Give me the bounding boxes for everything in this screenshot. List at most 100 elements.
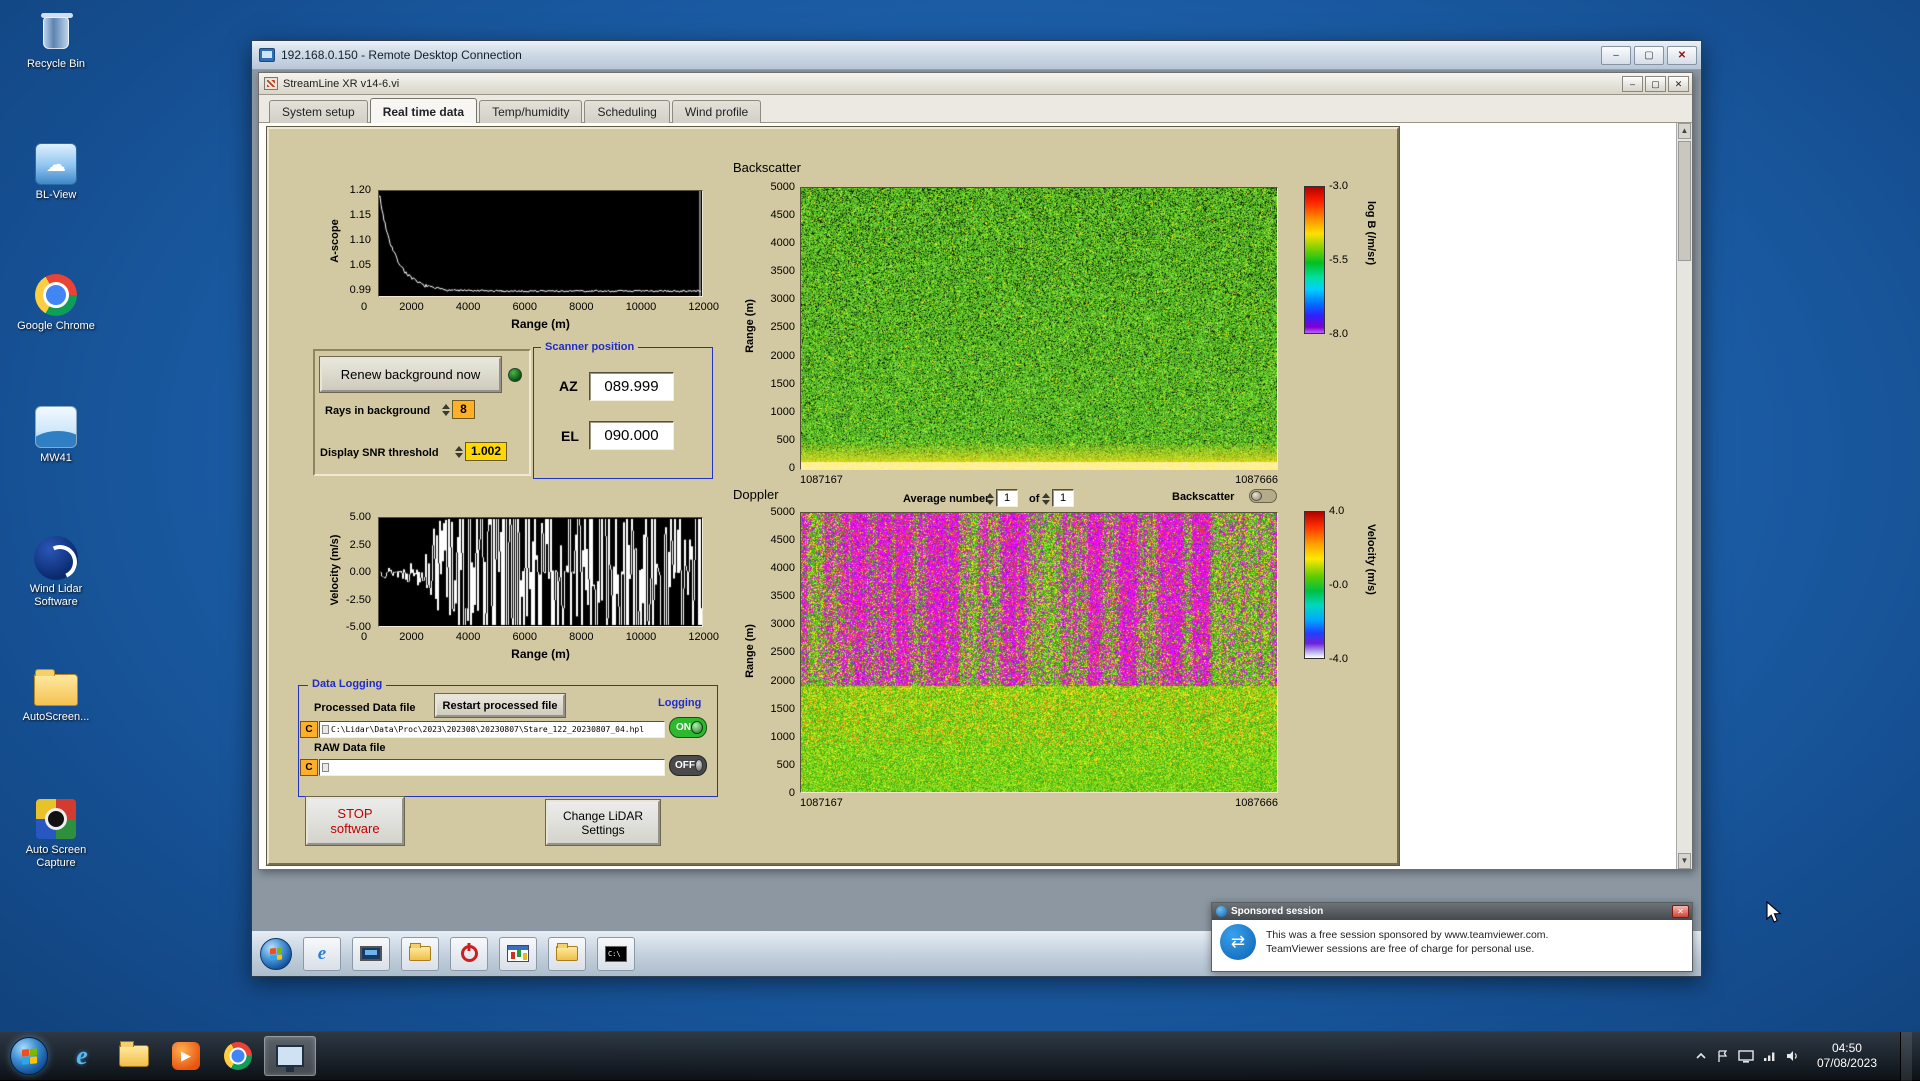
- remote-task-command-prompt[interactable]: C:\: [597, 936, 635, 971]
- sponsored-session-popup: Sponsored session ✕ ⇄ This was a free se…: [1211, 902, 1693, 972]
- taskbar-media-player[interactable]: ▶: [160, 1036, 212, 1076]
- processed-drive-icon[interactable]: C: [300, 721, 318, 738]
- processed-logging-toggle-on[interactable]: ON: [669, 717, 707, 738]
- show-desktop-button[interactable]: [1900, 1031, 1912, 1081]
- snr-increment-arrows[interactable]: [454, 442, 464, 461]
- doppler-colorbar: [1304, 511, 1325, 659]
- streamline-titlebar[interactable]: StreamLine XR v14-6.vi – ▢ ✕: [259, 73, 1692, 95]
- processed-data-file-path[interactable]: C:\Lidar\Data\Proc\2023\202308\20230807\…: [319, 721, 665, 738]
- tick-label: 1.05: [349, 259, 371, 271]
- tray-display-icon[interactable]: [1738, 1049, 1754, 1063]
- raw-data-file-path[interactable]: [319, 759, 665, 776]
- of-value[interactable]: 1: [1052, 489, 1074, 507]
- rdp-close-button[interactable]: ✕: [1667, 45, 1697, 65]
- tray-clock[interactable]: 04:50 07/08/2023: [1809, 1041, 1885, 1071]
- remote-start-button[interactable]: [260, 937, 292, 970]
- tick-label: 5.00: [349, 511, 371, 523]
- tab-system-setup[interactable]: System setup: [269, 100, 368, 123]
- desktop-icon-recycle-bin[interactable]: Recycle Bin: [8, 10, 104, 71]
- system-tray: 04:50 07/08/2023: [1695, 1031, 1916, 1081]
- rdp-titlebar[interactable]: 192.168.0.150 - Remote Desktop Connectio…: [252, 41, 1701, 70]
- desktop-icon-wind-lidar[interactable]: Wind Lidar Software: [8, 535, 104, 609]
- popup-close-button[interactable]: ✕: [1672, 905, 1689, 918]
- tick-label: 2.50: [349, 538, 371, 551]
- windows-flag-icon: [21, 1047, 37, 1065]
- snr-threshold-value[interactable]: 1.002: [465, 442, 507, 461]
- tick-label: 1000: [770, 730, 795, 743]
- tick-label: 2000: [399, 631, 424, 643]
- rays-in-background-label: Rays in background: [325, 405, 431, 417]
- tray-volume-icon[interactable]: [1786, 1050, 1800, 1062]
- remote-task-folder[interactable]: [401, 936, 439, 971]
- desktop-icon-auto-screen-capture[interactable]: Auto Screen Capture: [8, 796, 104, 870]
- desktop-icon-label: Recycle Bin: [26, 58, 86, 70]
- taskbar-chrome[interactable]: [212, 1036, 264, 1076]
- popup-titlebar[interactable]: Sponsored session ✕: [1212, 903, 1692, 920]
- remote-task-app[interactable]: [499, 936, 537, 971]
- scrollbar-up-arrow[interactable]: ▲: [1678, 123, 1691, 139]
- remote-task-power[interactable]: [450, 936, 488, 971]
- rays-increment-arrows[interactable]: [441, 400, 451, 419]
- rdp-maximize-button[interactable]: ▢: [1634, 45, 1664, 65]
- backscatter-toggle-label: Backscatter: [1172, 491, 1235, 503]
- desktop-icon-mw41[interactable]: MW41: [8, 404, 104, 465]
- tick-label: -0.0: [1329, 579, 1348, 591]
- stop-software-button[interactable]: STOP software: [306, 797, 404, 845]
- scrollbar-thumb[interactable]: [1678, 141, 1691, 261]
- tick-label: 2000: [770, 674, 795, 687]
- remote-task-internet-explorer[interactable]: e: [303, 936, 341, 971]
- average-number-arrows[interactable]: [985, 490, 995, 508]
- backscatter-section-title: Backscatter: [733, 160, 801, 175]
- backscatter-colorbar-label: log B (/m/sr): [1365, 201, 1377, 266]
- average-number-value[interactable]: 1: [996, 489, 1018, 507]
- rays-in-background-value[interactable]: 8: [452, 400, 475, 419]
- remote-task-folder-2[interactable]: [548, 936, 586, 971]
- backscatter-x-end: 1087666: [1235, 474, 1278, 486]
- tab-wind-profile[interactable]: Wind profile: [671, 100, 762, 123]
- tick-label: 10000: [625, 301, 657, 313]
- scrollbar-down-arrow[interactable]: ▼: [1678, 853, 1691, 869]
- desktop-icon-autoscreen[interactable]: AutoScreen...: [8, 663, 104, 724]
- tray-action-center-flag-icon[interactable]: [1716, 1049, 1729, 1063]
- tick-label: 0.99: [349, 284, 371, 296]
- media-player-icon: ▶: [172, 1042, 200, 1070]
- of-arrows[interactable]: [1041, 490, 1051, 508]
- tab-temp-humidity[interactable]: Temp/humidity: [479, 100, 583, 123]
- backscatter-doppler-toggle[interactable]: [1249, 489, 1277, 503]
- remote-task-display[interactable]: [352, 936, 390, 971]
- backscatter-x-start: 1087167: [800, 474, 843, 486]
- rdp-minimize-button[interactable]: –: [1601, 45, 1631, 65]
- raw-logging-toggle-off[interactable]: OFF: [669, 755, 707, 776]
- tab-scheduling[interactable]: Scheduling: [584, 100, 670, 123]
- taskbar-file-explorer[interactable]: [108, 1036, 160, 1076]
- vi-restore-button[interactable]: ▢: [1645, 75, 1666, 92]
- raw-drive-icon[interactable]: C: [300, 759, 318, 776]
- desktop-icon-google-chrome[interactable]: Google Chrome: [8, 272, 104, 333]
- renew-background-button[interactable]: Renew background now: [320, 357, 501, 392]
- desktop-icon-bl-view[interactable]: ☁ BL-View: [8, 141, 104, 202]
- ascope-plot: [378, 190, 703, 297]
- restart-processed-file-button[interactable]: Restart processed file: [435, 694, 565, 717]
- start-button[interactable]: [10, 1037, 48, 1075]
- tray-chevron-up-icon[interactable]: [1695, 1051, 1707, 1061]
- tick-label: 2000: [399, 301, 424, 313]
- vi-vertical-scrollbar[interactable]: ▲ ▼: [1676, 123, 1692, 869]
- tick-label: 4000: [770, 562, 795, 575]
- tick-label: 3000: [770, 293, 795, 306]
- taskbar-internet-explorer[interactable]: e: [56, 1036, 108, 1076]
- tab-real-time-data[interactable]: Real time data: [369, 98, 478, 123]
- vi-close-button[interactable]: ✕: [1668, 75, 1689, 92]
- tick-label: 3000: [770, 618, 795, 631]
- change-lidar-settings-button[interactable]: Change LiDAR Settings: [546, 800, 660, 845]
- popup-body: ⇄ This was a free session sponsored by w…: [1212, 920, 1692, 964]
- vi-minimize-button[interactable]: –: [1622, 75, 1643, 92]
- rdp-window: 192.168.0.150 - Remote Desktop Connectio…: [251, 40, 1702, 977]
- mw41-icon: [32, 404, 80, 450]
- tick-label: 12000: [688, 301, 719, 313]
- tray-network-icon[interactable]: [1763, 1050, 1777, 1062]
- folder-icon: [556, 943, 578, 961]
- session-icon: [1216, 906, 1227, 917]
- bl-view-icon: ☁: [32, 141, 80, 187]
- path-browse-icon: [322, 725, 329, 734]
- taskbar-remote-desktop-active[interactable]: [264, 1036, 316, 1076]
